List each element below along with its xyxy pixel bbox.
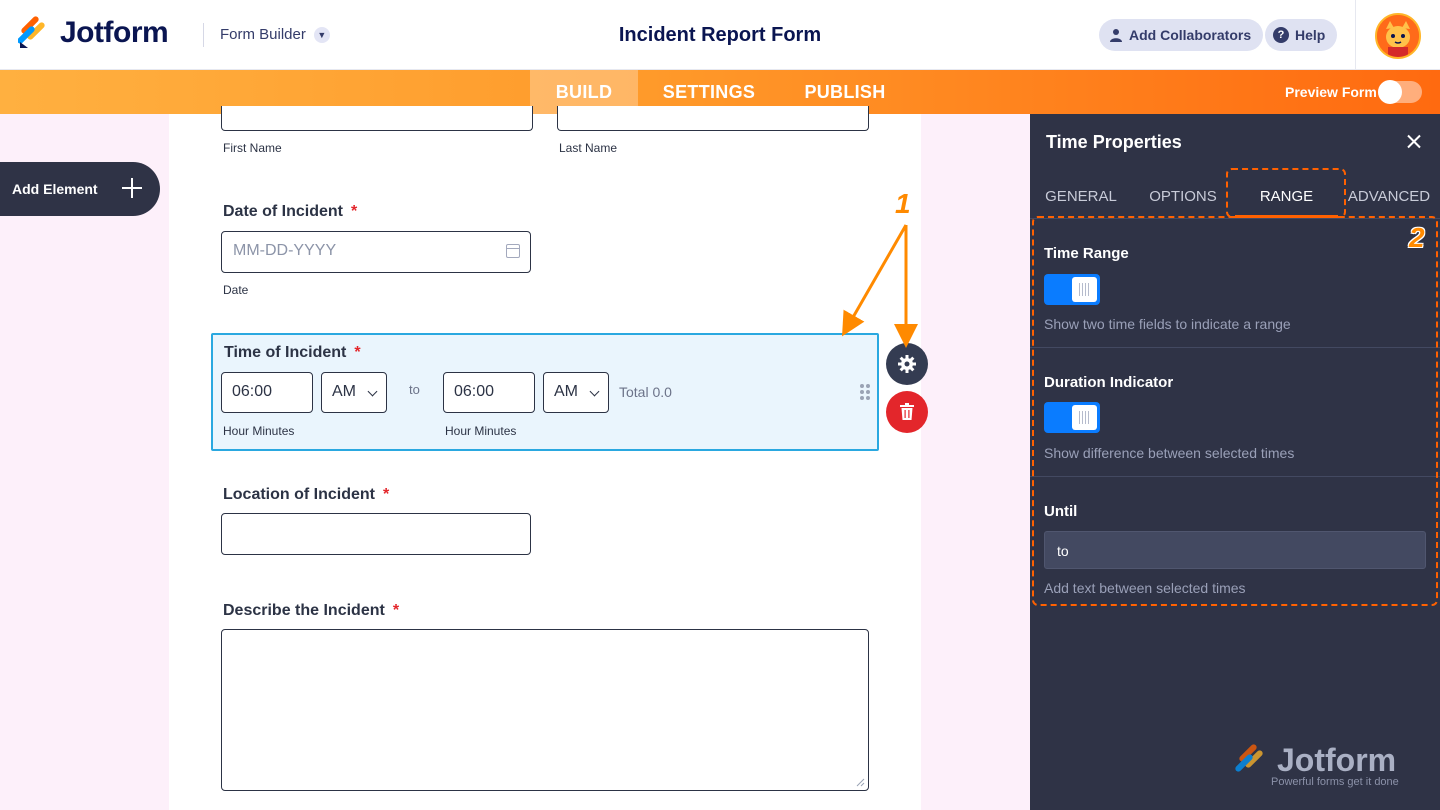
add-element-button[interactable]: Add Element bbox=[0, 162, 160, 216]
help-label: Help bbox=[1295, 27, 1326, 43]
resize-handle-icon[interactable] bbox=[855, 777, 865, 787]
required-mark: * bbox=[354, 344, 361, 361]
cat-avatar-icon bbox=[1377, 15, 1419, 57]
calendar-icon[interactable] bbox=[506, 244, 520, 258]
range-settings-highlight bbox=[1032, 216, 1438, 606]
date-label-text: Date of Incident bbox=[223, 203, 344, 220]
last-name-sublabel: Last Name bbox=[559, 141, 618, 155]
describe-field-label: Describe the Incident * bbox=[223, 602, 399, 620]
first-name-input[interactable] bbox=[221, 106, 533, 131]
range-tab-highlight bbox=[1226, 168, 1346, 218]
location-input[interactable] bbox=[221, 513, 531, 555]
time-field-label: Time of Incident * bbox=[224, 344, 361, 362]
start-time-input[interactable]: 06:00 bbox=[221, 372, 313, 413]
range-separator: to bbox=[409, 382, 420, 397]
tab-options[interactable]: OPTIONS bbox=[1132, 174, 1234, 218]
drag-handle-icon[interactable] bbox=[860, 384, 870, 400]
end-time-input[interactable]: 06:00 bbox=[443, 372, 535, 413]
start-ampm-select[interactable]: AM bbox=[321, 372, 387, 413]
jotform-watermark: Jotform Powerful forms get it done bbox=[1235, 742, 1435, 792]
panel-title: Time Properties bbox=[1046, 132, 1182, 152]
annotation-marker-1: 1 bbox=[895, 188, 911, 219]
time-label-text: Time of Incident bbox=[224, 344, 347, 361]
required-mark: * bbox=[383, 486, 390, 503]
help-button[interactable]: ? Help bbox=[1265, 19, 1338, 51]
end-time-sublabel: Hour Minutes bbox=[445, 424, 517, 438]
preview-form-label: Preview Form bbox=[1285, 84, 1377, 100]
close-icon[interactable] bbox=[1402, 130, 1426, 154]
jotform-logo-icon bbox=[1235, 744, 1263, 772]
location-field-label: Location of Incident * bbox=[223, 486, 389, 504]
end-ampm-select[interactable]: AM bbox=[543, 372, 609, 413]
tab-advanced[interactable]: ADVANCED bbox=[1338, 174, 1440, 218]
top-header: Jotform Form Builder ▼ Incident Report F… bbox=[0, 0, 1440, 70]
date-input[interactable]: MM-DD-YYYY bbox=[221, 231, 531, 273]
add-collaborators-button[interactable]: Add Collaborators bbox=[1099, 19, 1264, 51]
end-time-value: 06:00 bbox=[454, 383, 495, 400]
add-collaborators-label: Add Collaborators bbox=[1129, 27, 1252, 43]
start-time-sublabel: Hour Minutes bbox=[223, 424, 295, 438]
date-placeholder: MM-DD-YYYY bbox=[233, 242, 337, 259]
watermark-tagline: Powerful forms get it done bbox=[1271, 776, 1399, 788]
chevron-down-icon bbox=[589, 386, 600, 397]
describe-label-text: Describe the Incident bbox=[223, 602, 385, 619]
preview-form-toggle[interactable] bbox=[1378, 80, 1422, 104]
first-name-sublabel: First Name bbox=[223, 141, 282, 155]
chevron-down-icon bbox=[367, 386, 378, 397]
trash-icon bbox=[900, 403, 914, 420]
gear-icon bbox=[898, 355, 916, 373]
start-time-value: 06:00 bbox=[232, 383, 273, 400]
delete-field-button[interactable] bbox=[886, 391, 928, 433]
start-ampm-value: AM bbox=[332, 383, 356, 400]
add-element-label: Add Element bbox=[12, 181, 98, 197]
user-icon bbox=[1110, 29, 1122, 42]
watermark-brand: Jotform bbox=[1277, 742, 1397, 778]
describe-textarea[interactable] bbox=[221, 629, 869, 791]
tab-general[interactable]: GENERAL bbox=[1030, 174, 1132, 218]
date-field-label: Date of Incident * bbox=[223, 203, 357, 221]
question-icon: ? bbox=[1273, 27, 1289, 43]
annotation-marker-2: 2 bbox=[1409, 222, 1425, 253]
date-sublabel: Date bbox=[223, 283, 249, 297]
location-label-text: Location of Incident bbox=[223, 486, 375, 503]
required-mark: * bbox=[392, 602, 400, 619]
duration-total: Total 0.0 bbox=[619, 384, 672, 400]
avatar[interactable] bbox=[1375, 13, 1421, 59]
required-mark: * bbox=[351, 203, 358, 220]
header-divider-right bbox=[1355, 0, 1356, 70]
last-name-input[interactable] bbox=[557, 106, 869, 131]
end-ampm-value: AM bbox=[554, 383, 578, 400]
field-properties-button[interactable] bbox=[886, 343, 928, 385]
plus-icon bbox=[120, 176, 144, 200]
